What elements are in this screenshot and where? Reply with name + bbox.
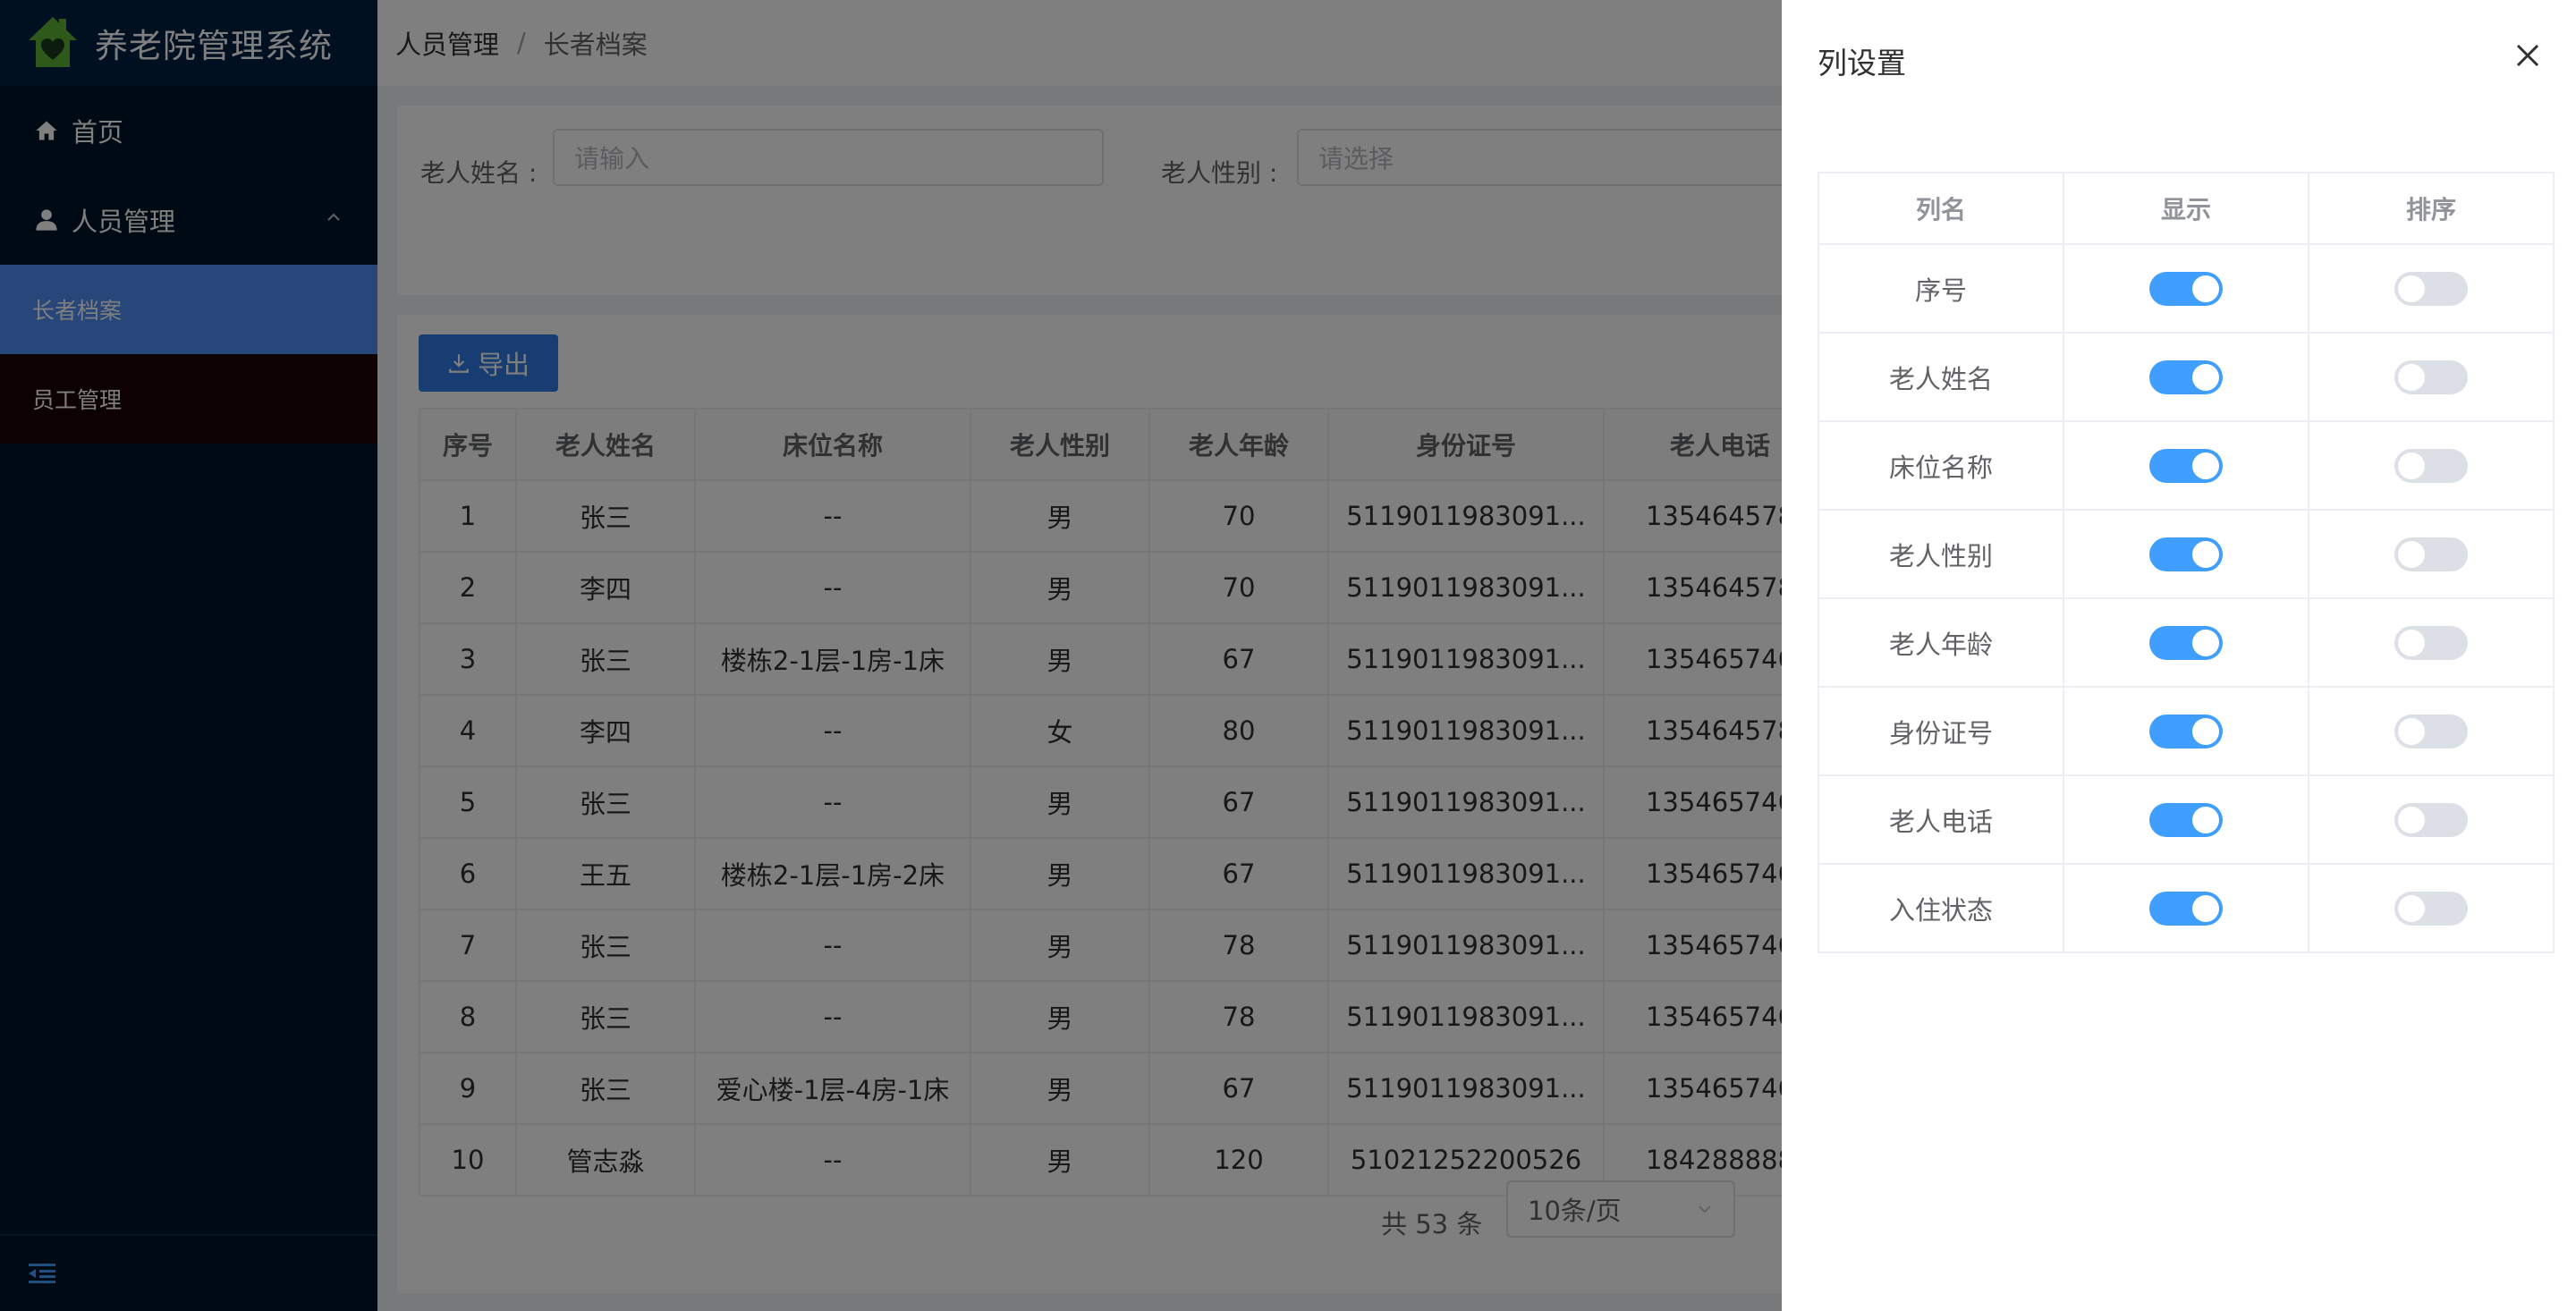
toggle-knob (2192, 452, 2219, 479)
toggle-knob (2192, 894, 2219, 922)
show-toggle[interactable] (2149, 359, 2223, 394)
settings-header-row: 列名 显示 排序 (1818, 172, 2555, 245)
show-toggle[interactable] (2149, 891, 2223, 926)
settings-column-name: 入住状态 (1818, 863, 2064, 953)
show-toggle[interactable] (2149, 714, 2223, 749)
sort-toggle[interactable] (2394, 359, 2468, 394)
settings-column-name: 老人姓名 (1818, 332, 2064, 422)
settings-column-name: 序号 (1818, 243, 2064, 334)
settings-sort-cell (2308, 509, 2555, 599)
sort-toggle[interactable] (2394, 448, 2468, 483)
drawer-title: 列设置 (1818, 46, 1906, 80)
settings-show-cell (2063, 863, 2309, 953)
show-toggle[interactable] (2149, 802, 2223, 837)
settings-show-cell (2063, 774, 2309, 865)
column-settings-drawer: 列设置 列名 显示 排序 序号 老人姓名 床位名称 老人性别 老人年龄 身份证号 老人电话入… (1782, 0, 2576, 1311)
sidebar-mask (0, 0, 377, 1311)
settings-sort-cell (2308, 863, 2555, 953)
sort-toggle[interactable] (2394, 271, 2468, 306)
sort-toggle[interactable] (2394, 625, 2468, 660)
toggle-knob (2398, 363, 2425, 391)
settings-header: 列名 (1818, 172, 2064, 245)
settings-column-name: 身份证号 (1818, 686, 2064, 776)
settings-sort-cell (2308, 243, 2555, 334)
settings-show-cell (2063, 686, 2309, 776)
settings-column-name: 老人电话 (1818, 774, 2064, 865)
toggle-knob (2192, 629, 2219, 656)
toggle-knob (2398, 806, 2425, 833)
settings-show-cell (2063, 420, 2309, 511)
settings-row: 老人姓名 (1818, 332, 2555, 422)
toggle-knob (2398, 629, 2425, 656)
settings-column-name: 床位名称 (1818, 420, 2064, 511)
toggle-knob (2192, 363, 2219, 391)
settings-row: 床位名称 (1818, 420, 2555, 511)
toggle-knob (2398, 275, 2425, 302)
settings-show-cell (2063, 509, 2309, 599)
settings-row: 身份证号 (1818, 686, 2555, 776)
settings-sort-cell (2308, 686, 2555, 776)
settings-sort-cell (2308, 774, 2555, 865)
settings-column-name: 老人性别 (1818, 509, 2064, 599)
settings-column-name: 老人年龄 (1818, 597, 2064, 688)
sort-toggle[interactable] (2394, 714, 2468, 749)
settings-sort-cell (2308, 597, 2555, 688)
toggle-knob (2398, 452, 2425, 479)
sort-toggle[interactable] (2394, 537, 2468, 571)
settings-show-cell (2063, 597, 2309, 688)
sort-toggle[interactable] (2394, 802, 2468, 837)
show-toggle[interactable] (2149, 625, 2223, 660)
toggle-knob (2192, 806, 2219, 833)
settings-header: 显示 (2063, 172, 2309, 245)
column-settings-table: 列名 显示 排序 序号 老人姓名 床位名称 老人性别 老人年龄 身份证号 老人电话 入住状态 (1818, 172, 2555, 953)
sort-toggle[interactable] (2394, 891, 2468, 926)
settings-show-cell (2063, 243, 2309, 334)
settings-row: 序号 (1818, 243, 2555, 334)
toggle-knob (2192, 275, 2219, 302)
settings-row: 入住状态 (1818, 863, 2555, 953)
show-toggle[interactable] (2149, 448, 2223, 483)
settings-row: 老人电话 (1818, 774, 2555, 865)
show-toggle[interactable] (2149, 537, 2223, 571)
toggle-knob (2398, 540, 2425, 568)
settings-sort-cell (2308, 332, 2555, 422)
settings-show-cell (2063, 332, 2309, 422)
toggle-knob (2192, 540, 2219, 568)
settings-row: 老人年龄 (1818, 597, 2555, 688)
toggle-knob (2398, 717, 2425, 745)
settings-sort-cell (2308, 420, 2555, 511)
show-toggle[interactable] (2149, 271, 2223, 306)
toggle-knob (2192, 717, 2219, 745)
toggle-knob (2398, 894, 2425, 922)
settings-row: 老人性别 (1818, 509, 2555, 599)
settings-header: 排序 (2308, 172, 2555, 245)
close-icon[interactable] (2513, 41, 2542, 70)
